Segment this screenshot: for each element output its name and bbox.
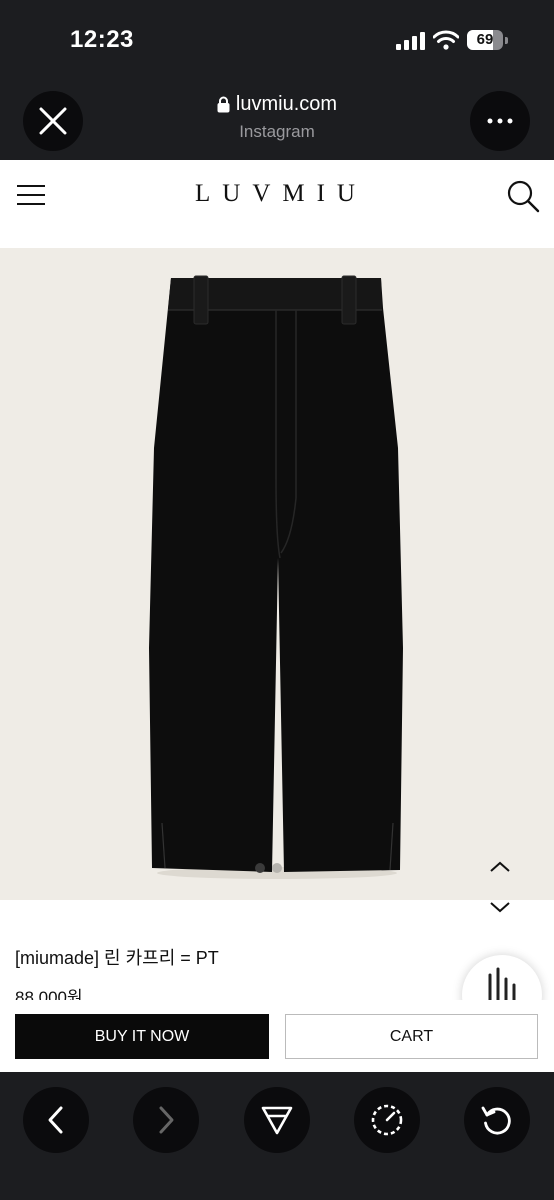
forward-button[interactable] — [133, 1087, 199, 1153]
product-price: 88,000원 — [15, 988, 83, 1000]
search-icon[interactable] — [506, 179, 540, 213]
back-icon — [48, 1106, 63, 1134]
pants-image — [149, 275, 403, 879]
site-logo[interactable]: LUVMIU — [0, 180, 554, 208]
share-icon — [261, 1106, 293, 1135]
signal-icon — [396, 32, 425, 50]
url-text: luvmiu.com — [235, 93, 338, 115]
more-button[interactable] — [470, 91, 530, 151]
carousel-dot-active[interactable] — [255, 863, 265, 873]
speed-icon — [371, 1104, 403, 1136]
chevron-up-icon[interactable] — [488, 858, 512, 876]
forward-icon — [159, 1106, 174, 1134]
reload-button[interactable] — [464, 1087, 530, 1153]
cart-button[interactable]: CART — [285, 1014, 538, 1059]
battery-indicator: 69 — [467, 30, 511, 52]
battery-level: 69 — [476, 31, 494, 48]
status-time: 12:23 — [70, 26, 134, 53]
carousel-dot[interactable] — [272, 863, 282, 873]
wifi-icon — [433, 30, 459, 50]
product-name: [miumade] 린 카프리 = PT — [15, 948, 219, 968]
speed-button[interactable] — [354, 1087, 420, 1153]
share-button[interactable] — [244, 1087, 310, 1153]
more-icon — [487, 118, 513, 124]
buy-now-button[interactable]: BUY IT NOW — [15, 1014, 269, 1059]
back-button[interactable] — [23, 1087, 89, 1153]
lock-icon — [217, 96, 230, 113]
product-image[interactable] — [0, 248, 554, 900]
chevron-down-icon[interactable] — [488, 898, 512, 916]
reload-icon — [481, 1106, 511, 1135]
